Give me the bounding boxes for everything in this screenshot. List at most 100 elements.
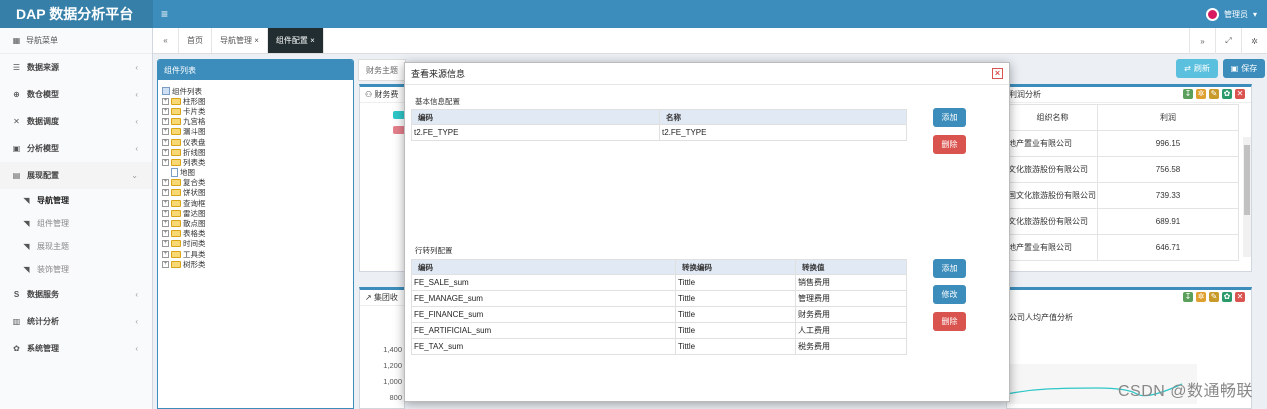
expand-toggle-icon[interactable]: +	[162, 240, 169, 248]
tabs-back-button[interactable]: «	[153, 28, 179, 53]
sidebar-subitem-component-manage[interactable]: ◥ 组件管理	[0, 212, 152, 235]
tree-node[interactable]: + 复合类	[162, 178, 349, 188]
expand-toggle-icon[interactable]: +	[162, 230, 169, 238]
table-cell: t2.FE_TYPE	[659, 124, 907, 141]
table-row[interactable]: 文化旅游股份有限公司 756.58	[1007, 156, 1239, 183]
box-tools: ↧ ✲ ✎ ✿ ✕	[1183, 89, 1245, 99]
column-header: 编码	[411, 109, 660, 125]
export-icon[interactable]: ↧	[1183, 292, 1193, 302]
gear-icon[interactable]: ✲	[1196, 292, 1206, 302]
expand-toggle-icon[interactable]: +	[162, 189, 169, 197]
sidebar-header-label: 导航菜单	[26, 36, 58, 45]
table-row[interactable]: 国文化旅游股份有限公司 739.33	[1007, 182, 1239, 209]
table-row[interactable]: t2.FE_TYPE t2.FE_TYPE	[411, 124, 907, 141]
chevron-left-icon: ‹	[135, 290, 138, 299]
expand-toggle-icon[interactable]: +	[162, 118, 169, 126]
tree-node[interactable]: + 饼状图	[162, 188, 349, 198]
tree-node[interactable]: + 时间类	[162, 239, 349, 249]
edit-icon[interactable]: ✎	[1209, 89, 1219, 99]
tree-node[interactable]: + 卡片类	[162, 106, 349, 116]
basic-delete-button[interactable]: 删除	[933, 135, 966, 154]
tab-component-config[interactable]: 组件配置 ×	[267, 28, 324, 53]
tree-node[interactable]: 地图	[162, 168, 349, 178]
expand-toggle-icon[interactable]: +	[162, 179, 169, 187]
tree-node[interactable]: + 树形类	[162, 259, 349, 269]
fullscreen-icon[interactable]: ⤢	[1215, 28, 1241, 54]
table-row[interactable]: FE_MANAGE_sum Tittle 管理费用	[411, 290, 907, 307]
line-chart-icon: ↗	[365, 293, 374, 302]
expand-toggle-icon[interactable]: +	[162, 97, 169, 105]
tree-node[interactable]: + 九宫格	[162, 117, 349, 127]
expand-toggle-icon[interactable]: +	[162, 250, 169, 258]
gear-icon[interactable]: ✲	[1196, 89, 1206, 99]
sidebar-item-data-source[interactable]: ☰ 数据来源 ‹	[0, 54, 152, 81]
expand-toggle-icon[interactable]: +	[162, 199, 169, 207]
tree-node[interactable]: + 折线图	[162, 147, 349, 157]
sidebar-item-analysis-model[interactable]: ▣ 分析模型 ‹	[0, 135, 152, 162]
tree-node[interactable]: + 雷达图	[162, 208, 349, 218]
pivot-delete-button[interactable]: 删除	[933, 312, 966, 331]
table-row[interactable]: FE_SALE_sum Tittle 销售费用	[411, 274, 907, 291]
tree-node[interactable]: + 仪表盘	[162, 137, 349, 147]
sidebar-item-display-config[interactable]: ▤ 展现配置 ⌄	[0, 162, 152, 189]
scrollbar[interactable]	[1243, 137, 1251, 257]
refresh-button[interactable]: ⇄ 刷新	[1176, 59, 1218, 78]
app-logo[interactable]: DAP 数据分析平台	[0, 0, 153, 28]
settings-icon[interactable]: ✿	[1222, 89, 1232, 99]
tree-node[interactable]: + 查询框	[162, 198, 349, 208]
sidebar-item-scheduling[interactable]: ✕ 数据调度 ‹	[0, 108, 152, 135]
table-row[interactable]: FE_TAX_sum Tittle 税务费用	[411, 338, 907, 355]
settings-icon[interactable]: ✲	[1241, 28, 1267, 54]
expand-toggle-icon[interactable]: +	[162, 148, 169, 156]
sidebar-item-statistics[interactable]: ▥ 统计分析 ‹	[0, 308, 152, 335]
tree-node[interactable]: + 工具类	[162, 249, 349, 259]
expand-toggle-icon[interactable]: +	[162, 138, 169, 146]
tree-node[interactable]: + 表格类	[162, 229, 349, 239]
tree-node[interactable]: + 散点图	[162, 218, 349, 228]
tree-node[interactable]: + 列表类	[162, 157, 349, 167]
expand-toggle-icon[interactable]: +	[162, 220, 169, 228]
tab-finance-theme[interactable]: 财务主题	[358, 59, 406, 81]
basic-info-title: 基本信息配置	[415, 97, 460, 106]
sidebar-item-warehouse-model[interactable]: ⊕ 数仓模型 ‹	[0, 81, 152, 108]
close-icon[interactable]: ✕	[1235, 89, 1245, 99]
tree-node[interactable]: + 漏斗图	[162, 127, 349, 137]
settings-icon[interactable]: ✿	[1222, 292, 1232, 302]
basic-add-button[interactable]: 添加	[933, 108, 966, 127]
table-row[interactable]: 地产置业有限公司 646.71	[1007, 234, 1239, 261]
table-cell: 地产置业有限公司	[1007, 234, 1098, 261]
sidebar-subitem-decoration[interactable]: ◥ 装饰管理	[0, 258, 152, 281]
sidebar-item-system[interactable]: ✿ 系统管理 ‹	[0, 335, 152, 362]
sidebar-subitem-nav-manage[interactable]: ◥ 导航管理	[0, 189, 152, 212]
tab-nav-manage[interactable]: 导航管理 ×	[212, 28, 268, 53]
menu-toggle-icon[interactable]: ≡	[161, 7, 168, 21]
export-icon[interactable]: ↧	[1183, 89, 1193, 99]
table-row[interactable]: 文化旅游股份有限公司 689.91	[1007, 208, 1239, 235]
edit-icon[interactable]: ✎	[1209, 292, 1219, 302]
user-menu[interactable]: 管理员 ▾	[1205, 0, 1257, 28]
component-list-title: 组件列表	[158, 60, 353, 80]
sidebar-subitem-theme[interactable]: ◥ 展现主题	[0, 235, 152, 258]
expand-toggle-icon[interactable]: +	[162, 128, 169, 136]
tree-root[interactable]: 组件列表	[162, 86, 349, 96]
tree-node[interactable]: + 柱形图	[162, 96, 349, 106]
expand-toggle-icon[interactable]: +	[162, 209, 169, 217]
table-row[interactable]: 地产置业有限公司 996.15	[1007, 130, 1239, 157]
sidebar-item-data-service[interactable]: S 数据服务 ‹	[0, 281, 152, 308]
pivot-add-button[interactable]: 添加	[933, 259, 966, 278]
tag-icon: ◥	[23, 196, 30, 205]
table-cell: Tittle	[675, 274, 796, 291]
expand-toggle-icon[interactable]: +	[162, 158, 169, 166]
scrollbar-thumb[interactable]	[1244, 145, 1250, 215]
expand-toggle-icon[interactable]: +	[162, 260, 169, 268]
tabs-forward-button[interactable]: »	[1189, 28, 1215, 54]
close-icon[interactable]: ✕	[1235, 292, 1245, 302]
pivot-edit-button[interactable]: 修改	[933, 285, 966, 304]
folder-icon	[171, 260, 181, 268]
tab-home[interactable]: 首页	[179, 28, 212, 53]
close-icon[interactable]: ×	[992, 68, 1003, 79]
expand-toggle-icon[interactable]: +	[162, 107, 169, 115]
save-button[interactable]: ▣ 保存	[1223, 59, 1265, 78]
table-row[interactable]: FE_FINANCE_sum Tittle 财务费用	[411, 306, 907, 323]
table-row[interactable]: FE_ARTIFICIAL_sum Tittle 人工费用	[411, 322, 907, 339]
